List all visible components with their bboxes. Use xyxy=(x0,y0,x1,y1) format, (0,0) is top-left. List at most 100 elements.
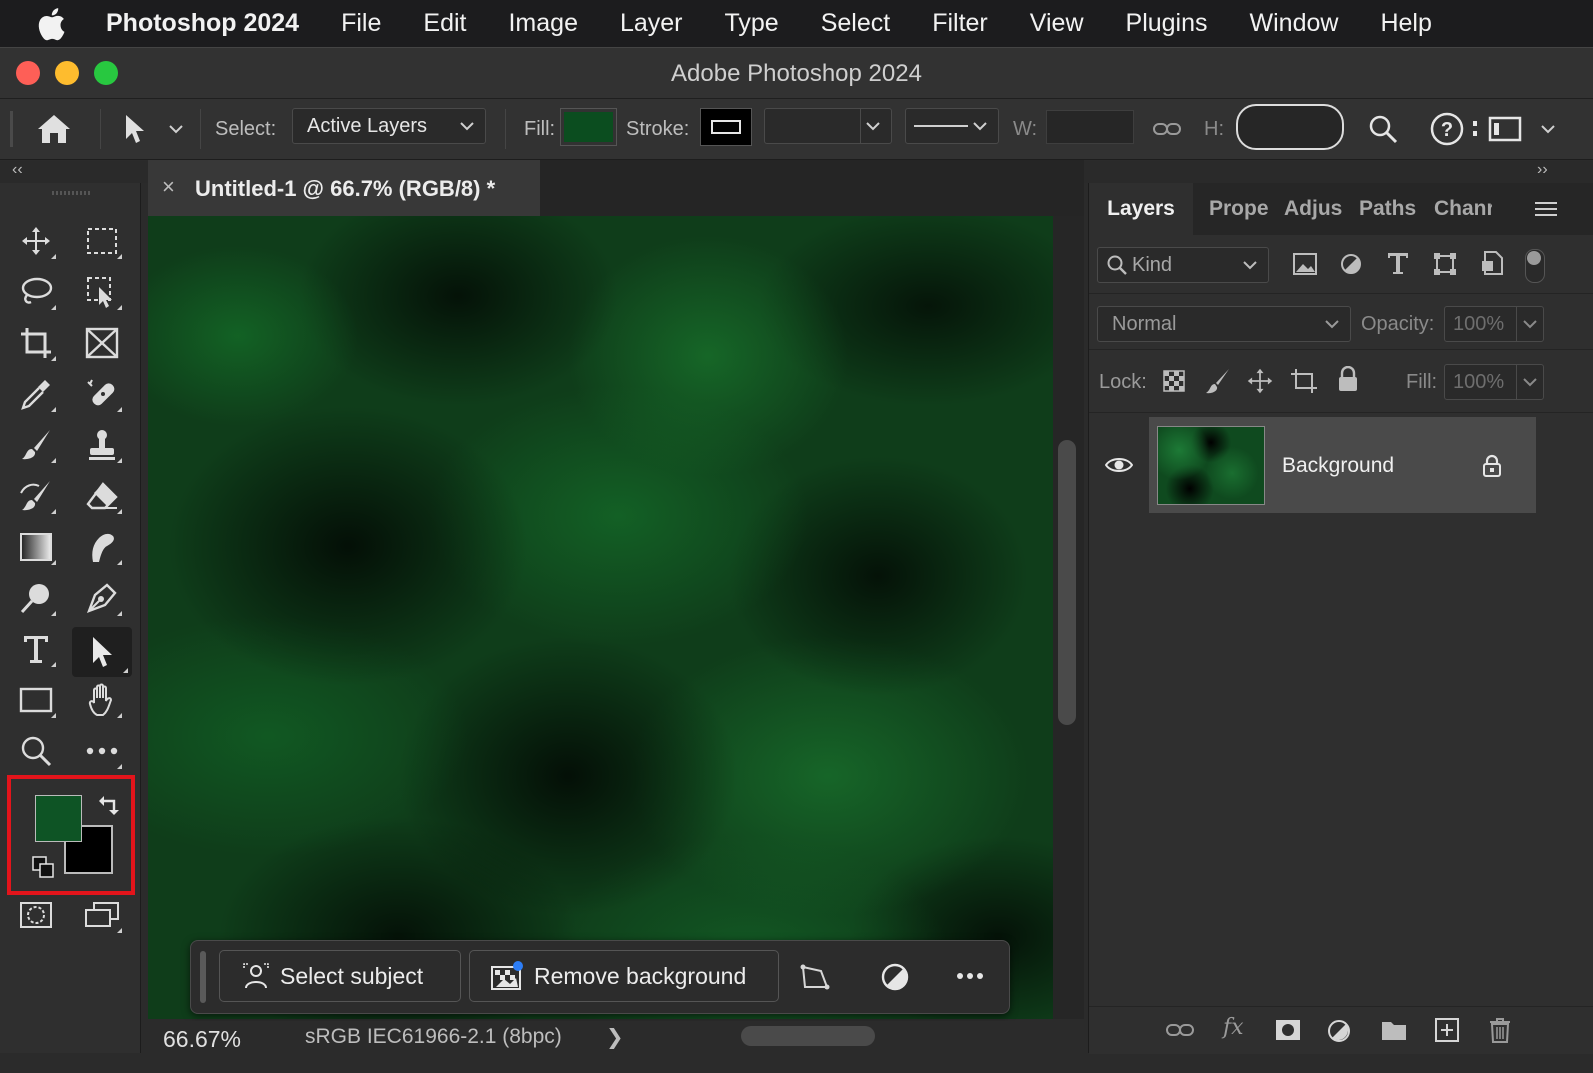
gradient-tool-icon[interactable] xyxy=(14,525,58,569)
link-layers-icon[interactable] xyxy=(1165,1021,1195,1039)
height-field[interactable] xyxy=(1236,104,1344,150)
filter-toggle[interactable] xyxy=(1525,249,1545,283)
search-icon[interactable] xyxy=(1368,99,1398,159)
foreground-color-swatch[interactable] xyxy=(35,795,82,842)
layer-effects-icon[interactable]: fx xyxy=(1223,1015,1244,1040)
lock-position-icon[interactable] xyxy=(1246,367,1274,395)
workspace-icon[interactable] xyxy=(1488,99,1522,159)
tab-adjustments[interactable]: Adjus xyxy=(1284,183,1342,235)
help-icon[interactable]: ? xyxy=(1430,99,1464,159)
layer-lock-icon[interactable] xyxy=(1482,454,1502,478)
opacity-field[interactable]: 100% xyxy=(1444,306,1544,342)
fill-opacity-field[interactable]: 100% xyxy=(1444,364,1544,400)
transform-icon[interactable] xyxy=(799,961,831,993)
type-tool-icon[interactable] xyxy=(14,627,58,671)
eyedropper-tool-icon[interactable] xyxy=(14,372,58,416)
menu-image[interactable]: Image xyxy=(508,9,577,38)
panel-menu-icon[interactable] xyxy=(1535,200,1557,218)
tab-channels[interactable]: Chanr xyxy=(1434,183,1492,235)
stroke-swatch[interactable] xyxy=(700,108,752,146)
filter-kind-dropdown[interactable]: Kind xyxy=(1097,247,1269,283)
eraser-tool-icon[interactable] xyxy=(80,474,124,518)
new-group-folder-icon[interactable] xyxy=(1381,1019,1407,1041)
new-layer-icon[interactable] xyxy=(1435,1018,1459,1042)
hand-tool-icon[interactable] xyxy=(80,678,124,722)
menu-file[interactable]: File xyxy=(341,9,381,38)
menu-type[interactable]: Type xyxy=(725,9,779,38)
fill-swatch[interactable] xyxy=(560,108,617,146)
zoom-tool-icon[interactable] xyxy=(14,729,58,773)
zoom-level[interactable]: 66.67% xyxy=(163,1026,241,1053)
select-subject-button[interactable]: Select subject xyxy=(219,950,461,1002)
menu-window[interactable]: Window xyxy=(1250,9,1339,38)
stroke-width-field[interactable] xyxy=(764,108,892,144)
lock-image-pixels-icon[interactable] xyxy=(1205,368,1231,394)
home-icon[interactable] xyxy=(36,99,72,159)
layer-row[interactable]: Background xyxy=(1089,417,1536,514)
tool-preset-chevron-down-icon[interactable] xyxy=(168,99,184,159)
menu-help[interactable]: Help xyxy=(1380,9,1431,38)
more-options-icon[interactable] xyxy=(955,971,985,981)
add-mask-icon[interactable] xyxy=(1275,1019,1301,1041)
width-field[interactable] xyxy=(1046,110,1134,144)
color-profile[interactable]: sRGB IEC61966-2.1 (8bpc) xyxy=(305,1025,562,1049)
object-selection-tool-icon[interactable] xyxy=(80,270,124,314)
brush-tool-icon[interactable] xyxy=(14,423,58,467)
toolbar-grip[interactable] xyxy=(52,191,92,195)
crop-tool-icon[interactable] xyxy=(14,321,58,365)
frame-tool-icon[interactable] xyxy=(80,321,124,365)
smart-object-filter-icon[interactable] xyxy=(1481,251,1503,275)
delete-layer-trash-icon[interactable] xyxy=(1489,1017,1511,1043)
menu-plugins[interactable]: Plugins xyxy=(1126,9,1208,38)
menu-app-name[interactable]: Photoshop 2024 xyxy=(106,9,299,38)
lock-transparent-pixels-icon[interactable] xyxy=(1163,370,1185,392)
canvas-area[interactable] xyxy=(148,216,1084,1019)
visibility-eye-icon[interactable] xyxy=(1105,456,1133,474)
adjustment-icon[interactable] xyxy=(879,961,911,993)
blend-mode-dropdown[interactable]: Normal xyxy=(1097,306,1351,342)
lock-artboard-icon[interactable] xyxy=(1290,368,1318,394)
quick-mask-icon[interactable] xyxy=(14,893,58,937)
tab-paths[interactable]: Paths xyxy=(1359,183,1416,235)
lasso-tool-icon[interactable] xyxy=(14,270,58,314)
select-dropdown[interactable]: Active Layers xyxy=(292,108,486,144)
taskbar-grip[interactable] xyxy=(200,951,206,1003)
path-selection-tool-preset-icon[interactable] xyxy=(122,99,148,159)
workspace-chevron-down-icon[interactable] xyxy=(1540,99,1556,159)
link-icon[interactable] xyxy=(1152,99,1182,159)
tab-layers[interactable]: Layers xyxy=(1089,183,1193,235)
pixel-layer-filter-icon[interactable] xyxy=(1293,253,1317,275)
layer-thumbnail[interactable] xyxy=(1157,426,1265,505)
options-grip[interactable] xyxy=(10,99,14,159)
apple-icon[interactable] xyxy=(36,7,90,41)
menu-select[interactable]: Select xyxy=(821,9,890,38)
adjustment-layer-filter-icon[interactable] xyxy=(1340,253,1362,275)
tab-properties[interactable]: Prope xyxy=(1209,183,1269,235)
menu-edit[interactable]: Edit xyxy=(423,9,466,38)
close-tab-icon[interactable]: × xyxy=(162,174,175,200)
path-selection-tool-icon[interactable] xyxy=(72,627,132,677)
clone-stamp-tool-icon[interactable] xyxy=(80,423,124,467)
dodge-tool-icon[interactable] xyxy=(14,576,58,620)
more-vertical-icon[interactable] xyxy=(1472,99,1478,159)
new-adjustment-layer-icon[interactable] xyxy=(1327,1019,1351,1043)
menu-filter[interactable]: Filter xyxy=(932,9,988,38)
status-info-chevron[interactable]: ❯ xyxy=(606,1025,624,1050)
collapse-toolbar-icon[interactable]: ‹‹ xyxy=(12,161,23,179)
spot-healing-brush-tool-icon[interactable] xyxy=(80,372,124,416)
shape-layer-filter-icon[interactable] xyxy=(1433,252,1457,276)
document-tab[interactable]: × Untitled-1 @ 66.7% (RGB/8) * xyxy=(148,160,540,216)
screen-mode-icon[interactable] xyxy=(80,893,124,937)
lock-all-icon[interactable] xyxy=(1337,366,1359,392)
document-canvas[interactable] xyxy=(148,216,1053,1019)
type-layer-filter-icon[interactable] xyxy=(1387,251,1409,275)
edit-toolbar-more-icon[interactable] xyxy=(80,729,124,773)
stroke-type-dropdown[interactable] xyxy=(905,108,999,144)
collapse-panels-icon[interactable]: ›› xyxy=(1537,161,1548,179)
vertical-scrollbar-thumb[interactable] xyxy=(1058,440,1076,725)
move-tool-icon[interactable] xyxy=(14,219,58,263)
remove-background-button[interactable]: Remove background xyxy=(469,950,779,1002)
menu-layer[interactable]: Layer xyxy=(620,9,683,38)
pen-tool-icon[interactable] xyxy=(80,576,124,620)
rectangular-marquee-tool-icon[interactable] xyxy=(80,219,124,263)
